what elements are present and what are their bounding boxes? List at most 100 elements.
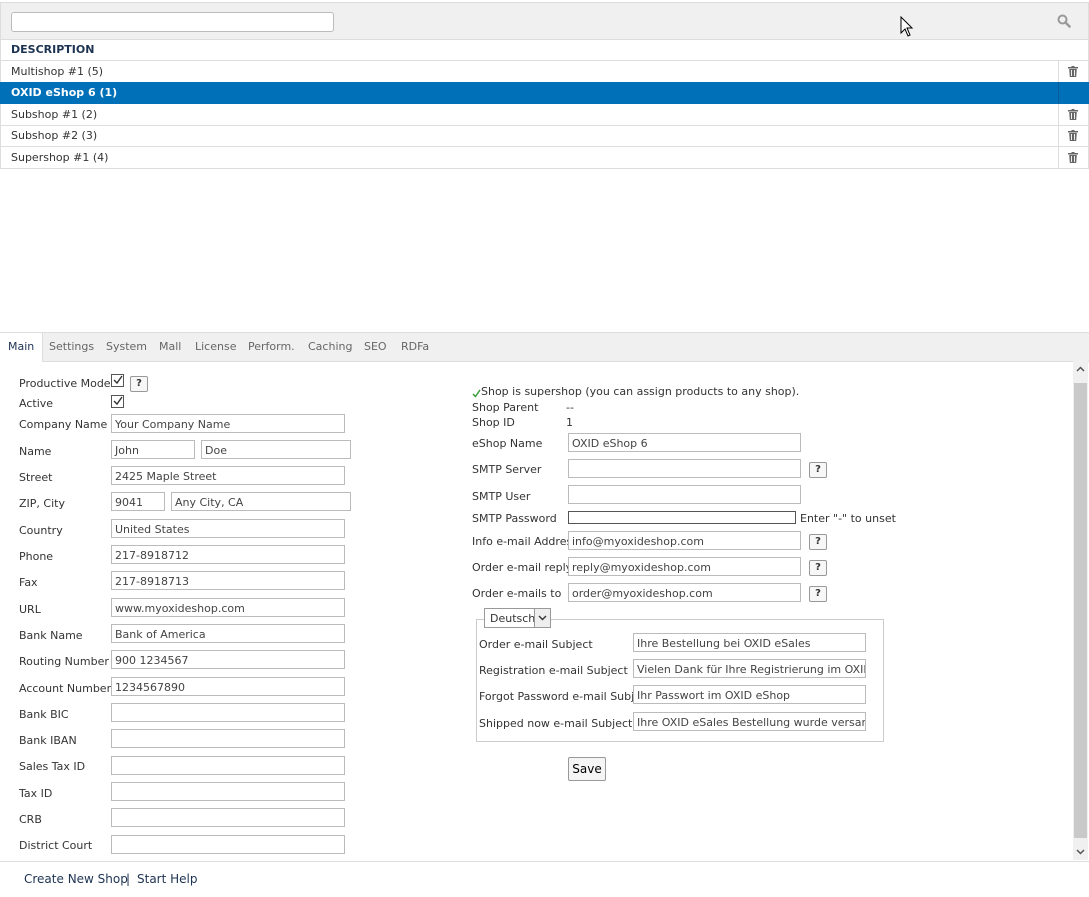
order-emails-to-label: Order e-mails to bbox=[472, 587, 562, 600]
delete-button[interactable] bbox=[1058, 125, 1088, 146]
table-row[interactable]: Multishop #1 (5) bbox=[0, 61, 1089, 83]
fax-input[interactable]: 217-8918713 bbox=[111, 571, 345, 590]
delete-button[interactable] bbox=[1058, 104, 1088, 125]
crb-label: CRB bbox=[19, 813, 42, 826]
url-input[interactable]: www.myoxideshop.com bbox=[111, 598, 345, 617]
phone-label: Phone bbox=[19, 550, 54, 563]
table-row[interactable]: Subshop #1 (2) bbox=[0, 104, 1089, 126]
help-icon[interactable]: ? bbox=[809, 462, 827, 478]
order-reply-input[interactable]: reply@myoxideshop.com bbox=[568, 557, 801, 576]
dropdown-arrow[interactable] bbox=[534, 609, 550, 627]
create-new-shop-link[interactable]: Create New Shop bbox=[24, 872, 128, 886]
scroll-up-icon[interactable] bbox=[1076, 365, 1085, 374]
tab-seo[interactable]: SEO bbox=[364, 333, 387, 361]
mouse-cursor-icon bbox=[900, 16, 914, 37]
tab-system[interactable]: System bbox=[106, 333, 147, 361]
help-icon[interactable]: ? bbox=[809, 560, 827, 576]
active-label: Active bbox=[19, 397, 54, 410]
trash-icon[interactable] bbox=[1068, 130, 1078, 141]
table-row-selected[interactable]: OXID eShop 6 (1) bbox=[0, 82, 1089, 104]
account-number-label: Account Number bbox=[19, 682, 112, 695]
phone-input[interactable]: 217-8918712 bbox=[111, 545, 345, 564]
city-input[interactable]: Any City, CA bbox=[171, 492, 351, 511]
routing-number-label: Routing Number bbox=[19, 655, 109, 668]
tab-main[interactable]: Main bbox=[0, 333, 44, 362]
scroll-down-icon[interactable] bbox=[1076, 847, 1085, 856]
trash-icon[interactable] bbox=[1068, 66, 1078, 77]
help-icon[interactable]: ? bbox=[130, 376, 148, 392]
delete-button[interactable] bbox=[1058, 61, 1088, 82]
tab-rdfa[interactable]: RDFa bbox=[401, 333, 429, 361]
shop-id-value: 1 bbox=[566, 416, 573, 429]
bank-iban-input[interactable] bbox=[111, 729, 345, 748]
delete-button[interactable] bbox=[1058, 147, 1088, 168]
tab-performance[interactable]: Perform. bbox=[248, 333, 295, 361]
last-name-input[interactable]: Doe bbox=[201, 440, 351, 459]
smtp-password-input[interactable] bbox=[568, 511, 796, 524]
sales-tax-id-input[interactable] bbox=[111, 756, 345, 775]
productive-mode-checkbox[interactable] bbox=[111, 374, 124, 387]
description-column-header[interactable]: DESCRIPTION bbox=[0, 39, 1089, 61]
account-number-input[interactable]: 1234567890 bbox=[111, 677, 345, 696]
bank-name-label: Bank Name bbox=[19, 629, 83, 642]
shop-row-label[interactable]: OXID eShop 6 (1) bbox=[11, 86, 117, 99]
bank-bic-label: Bank BIC bbox=[19, 708, 69, 721]
zip-city-label: ZIP, City bbox=[19, 497, 65, 510]
footer: Create New Shop | Start Help bbox=[0, 861, 1089, 897]
help-icon[interactable]: ? bbox=[809, 534, 827, 550]
order-subject-input[interactable]: Ihre Bestellung bei OXID eSales bbox=[633, 633, 866, 652]
shop-row-label[interactable]: Subshop #1 (2) bbox=[11, 108, 97, 121]
search-icon[interactable] bbox=[1057, 14, 1071, 28]
bank-name-input[interactable]: Bank of America bbox=[111, 624, 345, 643]
tab-license[interactable]: License bbox=[195, 333, 236, 361]
first-name-input[interactable]: John bbox=[111, 440, 195, 459]
zip-input[interactable]: 9041 bbox=[111, 492, 165, 511]
language-select-value: Deutsch bbox=[490, 612, 536, 625]
shop-row-label[interactable]: Supershop #1 (4) bbox=[11, 151, 108, 164]
tab-settings[interactable]: Settings bbox=[49, 333, 94, 361]
search-input[interactable] bbox=[11, 12, 334, 32]
table-row[interactable]: Supershop #1 (4) bbox=[0, 147, 1089, 169]
url-label: URL bbox=[19, 603, 41, 616]
routing-number-input[interactable]: 900 1234567 bbox=[111, 650, 345, 669]
column-header-label: DESCRIPTION bbox=[11, 43, 95, 56]
tax-id-input[interactable] bbox=[111, 782, 345, 801]
table-row[interactable]: Subshop #2 (3) bbox=[0, 125, 1089, 147]
chevron-down-icon bbox=[538, 615, 547, 621]
tab-caching[interactable]: Caching bbox=[308, 333, 352, 361]
active-checkbox[interactable] bbox=[111, 395, 124, 408]
sales-tax-id-label: Sales Tax ID bbox=[19, 760, 86, 773]
vertical-scrollbar[interactable] bbox=[1073, 361, 1088, 860]
crb-input[interactable] bbox=[111, 808, 345, 827]
company-name-input[interactable]: Your Company Name bbox=[111, 414, 345, 433]
district-court-input[interactable] bbox=[111, 835, 345, 854]
start-help-link[interactable]: Start Help bbox=[137, 872, 198, 886]
trash-icon[interactable] bbox=[1068, 109, 1078, 120]
tab-mall[interactable]: Mall bbox=[159, 333, 181, 361]
help-icon[interactable]: ? bbox=[809, 586, 827, 602]
street-input[interactable]: 2425 Maple Street bbox=[111, 466, 345, 485]
tax-id-label: Tax ID bbox=[19, 787, 53, 800]
smtp-user-input[interactable] bbox=[568, 485, 801, 504]
bank-bic-input[interactable] bbox=[111, 703, 345, 722]
info-email-input[interactable]: info@myoxideshop.com bbox=[568, 531, 801, 550]
shop-row-label[interactable]: Subshop #2 (3) bbox=[11, 129, 97, 142]
registration-subject-input[interactable]: Vielen Dank für Ihre Registrierung im OX… bbox=[633, 659, 866, 678]
country-input[interactable]: United States bbox=[111, 519, 345, 538]
shipped-subject-input[interactable]: Ihre OXID eSales Bestellung wurde versan… bbox=[633, 712, 866, 731]
order-emails-to-input[interactable]: order@myoxideshop.com bbox=[568, 583, 801, 602]
scrollbar-thumb[interactable] bbox=[1074, 383, 1087, 838]
smtp-server-input[interactable] bbox=[568, 459, 801, 478]
check-icon bbox=[113, 396, 123, 406]
trash-icon[interactable] bbox=[1068, 152, 1078, 163]
shop-row-label[interactable]: Multishop #1 (5) bbox=[11, 65, 103, 78]
check-icon bbox=[113, 375, 123, 385]
language-select[interactable]: Deutsch bbox=[484, 608, 551, 628]
shop-list-panel: DESCRIPTION Multishop #1 (5) OXID eShop … bbox=[0, 0, 1089, 170]
shipped-subject-label: Shipped now e-mail Subject bbox=[479, 717, 633, 730]
street-label: Street bbox=[19, 471, 53, 484]
forgot-password-subject-input[interactable]: Ihr Passwort im OXID eShop bbox=[633, 685, 866, 704]
eshop-name-label: eShop Name bbox=[472, 437, 543, 450]
eshop-name-input[interactable]: OXID eShop 6 bbox=[568, 433, 801, 452]
save-button[interactable]: Save bbox=[568, 757, 606, 781]
